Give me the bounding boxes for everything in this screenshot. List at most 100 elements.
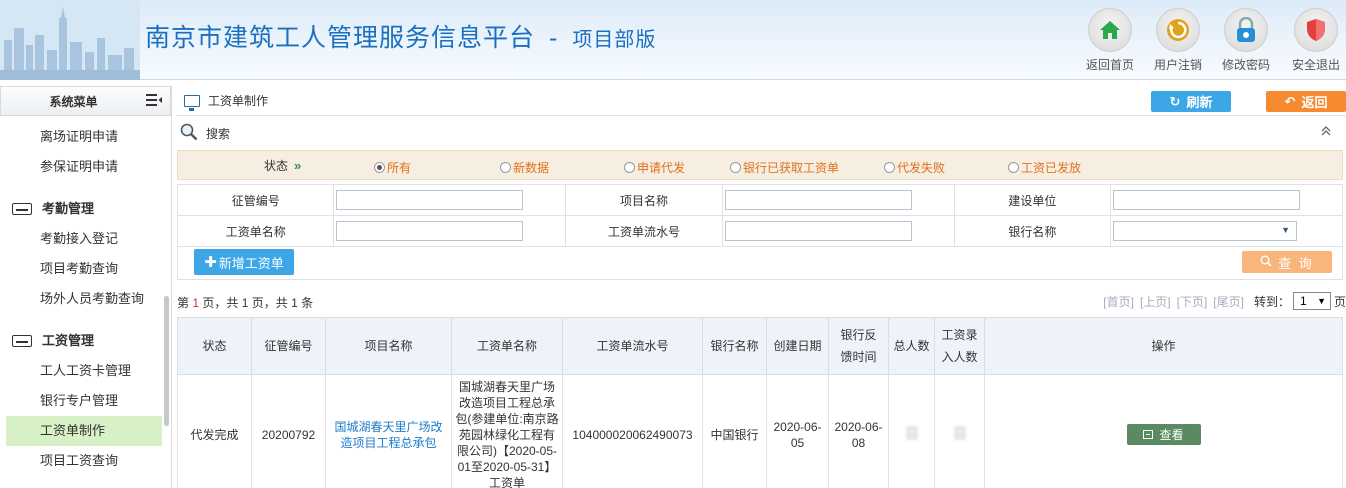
view-icon — [1143, 430, 1154, 439]
radio-icon — [884, 162, 895, 173]
project-link[interactable]: 国城湖春天里广场改造项目工程总承包 — [334, 420, 442, 450]
add-payroll-button[interactable]: ✚ 新增工资单 — [194, 249, 294, 275]
safe-exit-button[interactable]: 安全退出 — [1286, 8, 1346, 73]
cell-serial: 104000020062490073 — [562, 374, 703, 488]
search-form: 征管编号 项目名称 建设单位 工资单名称 工资单流水号 银行名称 ▼ — [176, 184, 1343, 247]
refresh-button[interactable]: ↻ 刷新 — [1151, 91, 1231, 112]
pager-text-1: 页，共 — [202, 296, 239, 310]
search-bar: 搜索 — [176, 120, 1346, 146]
safe-exit-button-label: 安全退出 — [1291, 58, 1340, 72]
collapse-menu-icon[interactable] — [146, 93, 170, 109]
status-option-apply[interactable]: 申请代发 — [624, 159, 685, 176]
home-button[interactable]: 返回首页 — [1080, 8, 1140, 73]
sidebar-item-project-attendance[interactable]: 项目考勤查询 — [0, 254, 171, 284]
cell-feedback: 2020-06-08 — [828, 374, 889, 488]
status-label: 状态 — [263, 158, 288, 173]
sidebar-item-attendance-register[interactable]: 考勤接入登记 — [0, 224, 171, 254]
pager: 第 1 页，共 1 页，共 1 条 [首页] [上页] [下页] [尾页] 转到… — [176, 292, 1346, 312]
pager-total-pages: 1 — [241, 296, 249, 310]
sheet-name-input[interactable] — [336, 221, 524, 241]
bank-select[interactable]: ▼ — [1113, 221, 1298, 241]
serial-input[interactable] — [724, 221, 912, 241]
sidebar: 系统菜单 离场证明申请 参保证明申请 考勤管理 考勤接入登记 项目考勤查询 场外… — [0, 86, 172, 488]
pager-first[interactable]: [首页] — [1103, 293, 1134, 310]
query-label: 查 询 — [1278, 255, 1314, 271]
logout-button[interactable]: 用户注销 — [1148, 8, 1208, 73]
status-option-all-label: 所有 — [387, 161, 412, 175]
add-payroll-label: 新增工资单 — [218, 255, 284, 271]
radio-icon — [730, 162, 741, 173]
page-title: 工资单制作 — [208, 94, 269, 108]
col-bank: 银行名称 — [702, 317, 767, 375]
pager-prev[interactable]: [上页] — [1140, 293, 1171, 310]
pager-goto-value: 1 — [1299, 294, 1307, 308]
form-actions: ✚ 新增工资单 查 询 — [177, 247, 1343, 280]
pager-last[interactable]: [尾页] — [1213, 293, 1244, 310]
pager-next[interactable]: [下页] — [1177, 293, 1208, 310]
sidebar-item-bank-account[interactable]: 银行专户管理 — [0, 386, 171, 416]
sidebar-item-offsite-attendance[interactable]: 场外人员考勤查询 — [0, 284, 171, 314]
view-button[interactable]: 查看 — [1126, 424, 1201, 445]
dropdown-arrow-icon: ▼ — [1281, 225, 1291, 235]
monitor-icon — [184, 94, 200, 111]
pager-text-2: 页，共 — [251, 296, 288, 310]
pager-prefix: 第 — [177, 296, 190, 310]
radio-icon — [500, 162, 511, 173]
status-option-paid[interactable]: 工资已发放 — [1008, 159, 1081, 176]
sidebar-item-insurance-certificate[interactable]: 参保证明申请 — [0, 152, 171, 182]
sidebar-item-leave-certificate[interactable]: 离场证明申请 — [0, 122, 171, 152]
search-label: 搜索 — [206, 126, 231, 141]
col-serial: 工资单流水号 — [562, 317, 703, 375]
lock-icon — [1224, 8, 1268, 52]
col-status: 状态 — [177, 317, 252, 375]
refresh-icon: ↻ — [1169, 93, 1181, 109]
status-option-failed-label: 代发失败 — [897, 161, 946, 175]
radio-icon — [624, 162, 635, 173]
sidebar-scrollbar[interactable] — [164, 296, 169, 426]
col-ops: 操作 — [984, 317, 1343, 375]
col-feedback: 银行反馈时间 — [828, 317, 889, 375]
change-password-button[interactable]: 修改密码 — [1216, 8, 1276, 73]
city-skyline-logo — [0, 0, 140, 80]
pager-goto-label: 转到： — [1253, 294, 1290, 309]
drive-icon — [12, 203, 32, 215]
pager-goto-select[interactable]: 1 ▼ — [1292, 292, 1331, 310]
code-input[interactable] — [336, 190, 524, 210]
back-button-label: 返回 — [1301, 95, 1328, 110]
status-option-new-label: 新数据 — [513, 161, 550, 175]
sidebar-group-wages[interactable]: 工资管理 — [0, 326, 171, 356]
sidebar-group-attendance[interactable]: 考勤管理 — [0, 194, 171, 224]
radio-icon — [1008, 162, 1019, 173]
col-total: 总人数 — [888, 317, 935, 375]
logout-icon — [1156, 8, 1200, 52]
logout-button-label: 用户注销 — [1153, 58, 1202, 72]
query-button[interactable]: 查 询 — [1242, 251, 1332, 273]
project-name-input[interactable] — [724, 190, 912, 210]
table-header-row: 状态 征管编号 项目名称 工资单名称 工资单流水号 银行名称 创建日期 银行反馈… — [177, 317, 1343, 375]
redacted-value — [953, 425, 966, 440]
status-filter-row: 状态 » 所有 新数据 申请代发 银行已获取工资单 代发失败 工资已发放 — [177, 150, 1343, 180]
sidebar-item-project-wage-query[interactable]: 项目工资查询 — [0, 446, 171, 476]
status-option-all[interactable]: 所有 — [374, 159, 411, 176]
view-button-label: 查看 — [1159, 427, 1184, 442]
sidebar-item-wage-card[interactable]: 工人工资卡管理 — [0, 356, 171, 386]
sidebar-group-wages-label: 工资管理 — [42, 333, 95, 348]
home-button-label: 返回首页 — [1085, 58, 1134, 72]
status-option-failed[interactable]: 代发失败 — [884, 159, 945, 176]
col-code: 征管编号 — [251, 317, 326, 375]
back-button[interactable]: ↶ 返回 — [1266, 91, 1346, 112]
cell-ops: 查看 — [984, 374, 1343, 488]
builder-input[interactable] — [1113, 190, 1301, 210]
status-option-bank-fetched[interactable]: 银行已获取工资单 — [730, 159, 839, 176]
sidebar-item-payroll-make[interactable]: 工资单制作 — [6, 416, 162, 446]
payroll-table: 状态 征管编号 项目名称 工资单名称 工资单流水号 银行名称 创建日期 银行反馈… — [177, 317, 1343, 488]
pager-unit: 页 — [1333, 294, 1346, 309]
col-sheet: 工资单名称 — [451, 317, 563, 375]
cell-bank: 中国银行 — [702, 374, 767, 488]
collapse-up-icon[interactable] — [1320, 125, 1332, 140]
site-subtitle: 项目部版 — [572, 29, 657, 51]
sidebar-group-attendance-label: 考勤管理 — [42, 201, 95, 216]
search-icon — [1260, 255, 1272, 270]
status-option-apply-label: 申请代发 — [637, 161, 686, 175]
status-option-new[interactable]: 新数据 — [500, 159, 549, 176]
